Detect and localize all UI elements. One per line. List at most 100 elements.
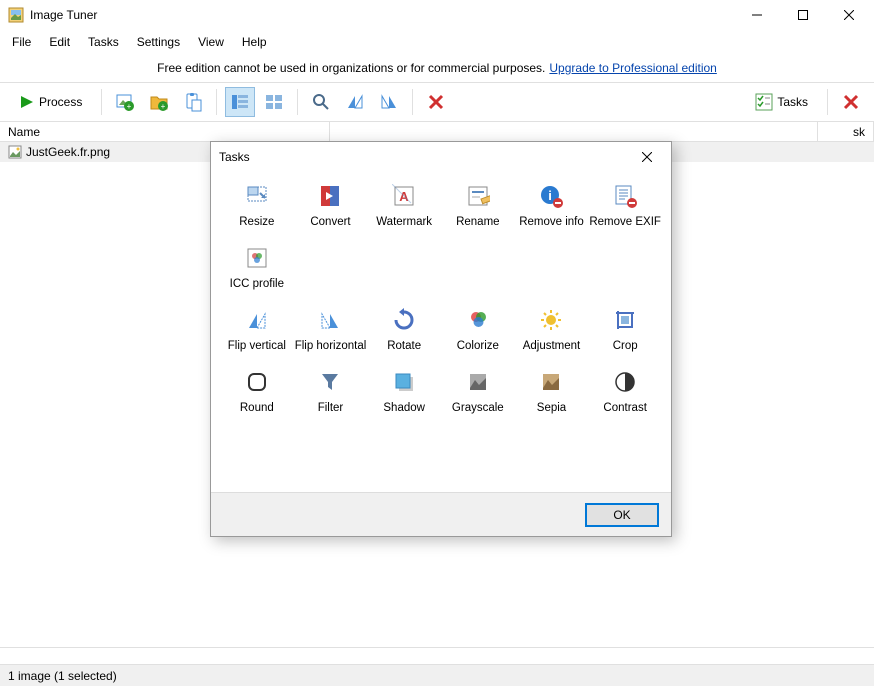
- image-add-icon: +: [115, 92, 135, 112]
- task-flip-vertical[interactable]: Flip vertical: [221, 302, 293, 358]
- grayscale-icon: [466, 370, 490, 394]
- contrast-icon: [613, 370, 637, 394]
- rotate-icon: [392, 308, 416, 332]
- task-shadow[interactable]: Shadow: [368, 364, 440, 420]
- task-sepia[interactable]: Sepia: [516, 364, 588, 420]
- task-label: Contrast: [603, 402, 646, 414]
- x-red-icon: [843, 94, 859, 110]
- rename-icon: [466, 184, 490, 208]
- task-label: Remove EXIF: [589, 216, 661, 228]
- dialog-title: Tasks: [219, 150, 631, 164]
- task-contrast[interactable]: Contrast: [589, 364, 661, 420]
- close-button[interactable]: [826, 0, 872, 30]
- dialog-body: Resize Convert A Watermark Rename i Remove inf…: [211, 172, 671, 492]
- triangle-right-icon: [379, 92, 399, 112]
- tasks-grid: Resize Convert A Watermark Rename i Remove inf…: [221, 178, 661, 420]
- task-label: Flip horizontal: [295, 340, 367, 352]
- task-colorize[interactable]: Colorize: [442, 302, 514, 358]
- remove-task-button[interactable]: [836, 87, 866, 117]
- thumbnails-icon: [264, 92, 284, 112]
- tasks-dialog: Tasks Resize Convert A Watermark Rename i Remo…: [210, 141, 672, 537]
- task-filter[interactable]: Filter: [295, 364, 367, 420]
- flip-horizontal-icon: [318, 308, 342, 332]
- colorize-icon: [466, 308, 490, 332]
- column-task[interactable]: sk: [818, 122, 874, 141]
- task-remove-exif[interactable]: Remove EXIF: [589, 178, 661, 234]
- menubar: File Edit Tasks Settings View Help: [0, 30, 874, 54]
- upgrade-link[interactable]: Upgrade to Professional edition: [549, 61, 716, 75]
- convert-icon: [318, 184, 342, 208]
- menu-settings[interactable]: Settings: [129, 33, 188, 51]
- file-icon: [8, 145, 22, 159]
- view-details-button[interactable]: [225, 87, 255, 117]
- process-button[interactable]: Process: [8, 87, 93, 117]
- task-label: Grayscale: [452, 402, 504, 414]
- shadow-icon: [392, 370, 416, 394]
- toolbar: Process + + Tasks: [0, 82, 874, 122]
- filter-icon: [318, 370, 342, 394]
- column-headers: Name sk: [0, 122, 874, 142]
- dialog-footer: OK: [211, 492, 671, 536]
- zoom-button[interactable]: [306, 87, 336, 117]
- notice-text: Free edition cannot be used in organizat…: [157, 61, 545, 75]
- task-label: Convert: [310, 216, 350, 228]
- view-thumbnails-button[interactable]: [259, 87, 289, 117]
- menu-edit[interactable]: Edit: [41, 33, 78, 51]
- triangle-left-icon: [345, 92, 365, 112]
- task-crop[interactable]: Crop: [589, 302, 661, 358]
- add-image-button[interactable]: +: [110, 87, 140, 117]
- window-title: Image Tuner: [30, 8, 734, 22]
- task-icc-profile[interactable]: ICC profile: [221, 240, 293, 296]
- maximize-button[interactable]: [780, 0, 826, 30]
- paste-button[interactable]: [178, 87, 208, 117]
- menu-view[interactable]: View: [190, 33, 232, 51]
- notice-bar: Free edition cannot be used in organizat…: [0, 54, 874, 82]
- dialog-close-button[interactable]: [631, 145, 663, 169]
- separator: [101, 89, 102, 115]
- app-icon: [8, 7, 24, 23]
- file-name: JustGeek.fr.png: [26, 145, 110, 159]
- task-label: Round: [240, 402, 274, 414]
- titlebar: Image Tuner: [0, 0, 874, 30]
- icc-profile-icon: [245, 246, 269, 270]
- x-red-icon: [428, 94, 444, 110]
- task-rename[interactable]: Rename: [442, 178, 514, 234]
- svg-text:+: +: [127, 102, 132, 111]
- ok-button[interactable]: OK: [585, 503, 659, 527]
- task-convert[interactable]: Convert: [295, 178, 367, 234]
- menu-file[interactable]: File: [4, 33, 39, 51]
- remove-button[interactable]: [421, 87, 451, 117]
- watermark-icon: A: [392, 184, 416, 208]
- task-label: Adjustment: [523, 340, 581, 352]
- task-flip-horizontal[interactable]: Flip horizontal: [295, 302, 367, 358]
- remove-info-icon: i: [539, 184, 563, 208]
- tasks-label: Tasks: [777, 95, 808, 109]
- folder-add-icon: +: [149, 92, 169, 112]
- task-resize[interactable]: Resize: [221, 178, 293, 234]
- task-label: Remove info: [519, 216, 584, 228]
- task-remove-info[interactable]: i Remove info: [516, 178, 588, 234]
- separator: [216, 89, 217, 115]
- menu-help[interactable]: Help: [234, 33, 275, 51]
- task-adjustment[interactable]: Adjustment: [516, 302, 588, 358]
- flip-vertical-icon: [245, 308, 269, 332]
- task-label: Watermark: [376, 216, 432, 228]
- add-folder-button[interactable]: +: [144, 87, 174, 117]
- task-grayscale[interactable]: Grayscale: [442, 364, 514, 420]
- checklist-icon: [755, 93, 773, 111]
- round-icon: [245, 370, 269, 394]
- task-round[interactable]: Round: [221, 364, 293, 420]
- flip-h-toolbar-button[interactable]: [374, 87, 404, 117]
- task-rotate[interactable]: Rotate: [368, 302, 440, 358]
- task-label: Crop: [613, 340, 638, 352]
- task-watermark[interactable]: A Watermark: [368, 178, 440, 234]
- tasks-button[interactable]: Tasks: [744, 87, 819, 117]
- svg-text:+: +: [161, 102, 166, 111]
- menu-tasks[interactable]: Tasks: [80, 33, 127, 51]
- sepia-icon: [539, 370, 563, 394]
- flip-v-toolbar-button[interactable]: [340, 87, 370, 117]
- column-name[interactable]: Name: [0, 122, 330, 141]
- minimize-button[interactable]: [734, 0, 780, 30]
- list-details-icon: [230, 92, 250, 112]
- task-label: Flip vertical: [228, 340, 286, 352]
